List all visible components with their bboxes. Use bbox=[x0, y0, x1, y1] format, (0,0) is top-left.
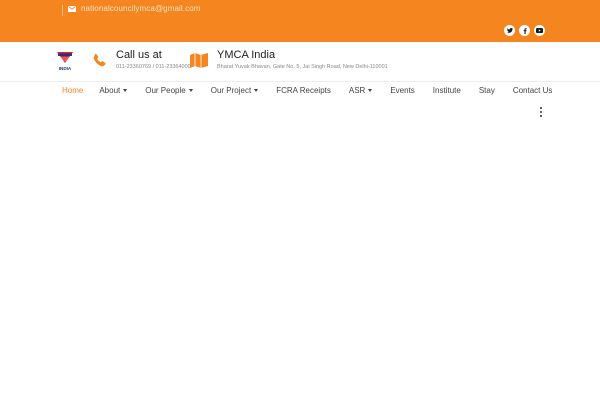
address-text: Bharat Yuvak Bhavan, Gate No. 5, Jai Sin… bbox=[217, 64, 388, 70]
nav-item-label: Institute bbox=[432, 86, 461, 95]
top-bar: nationalcouncilymca@gmail.com bbox=[0, 0, 600, 42]
nav-item-label: FCRA Receipts bbox=[276, 86, 331, 95]
nav-item-about[interactable]: About bbox=[99, 86, 128, 95]
nav-menu: Home About Our People Our Project FCRA Recei… bbox=[62, 86, 570, 95]
call-us-label: Call us at bbox=[116, 49, 162, 61]
email-link[interactable]: nationalcouncilymca@gmail.com bbox=[68, 4, 201, 13]
nav-item-label: Home bbox=[62, 86, 84, 95]
nav-item-label: Our People bbox=[145, 86, 186, 95]
header-info: INDIA Call us at 011-23360769 / 011-2336… bbox=[0, 42, 600, 82]
phone-icon bbox=[93, 53, 106, 67]
map-icon bbox=[190, 53, 208, 68]
top-bar-divider bbox=[62, 5, 63, 16]
nav-item-our-people[interactable]: Our People bbox=[145, 86, 193, 95]
nav-item-fcra-receipts[interactable]: FCRA Receipts bbox=[276, 86, 331, 95]
twitter-icon[interactable] bbox=[504, 25, 515, 36]
youtube-icon[interactable] bbox=[534, 25, 545, 36]
nav-item-label: Stay bbox=[478, 86, 495, 95]
nav-item-label: About bbox=[99, 86, 121, 95]
chevron-down-icon bbox=[188, 89, 193, 92]
nav-item-label: Our Project bbox=[210, 86, 252, 95]
facebook-icon[interactable] bbox=[519, 25, 530, 36]
chevron-down-icon bbox=[368, 89, 373, 92]
organization-name: YMCA India bbox=[217, 49, 276, 61]
social-links bbox=[504, 25, 545, 36]
main-nav: Home About Our People Our Project FCRA Recei… bbox=[0, 82, 600, 100]
nav-item-stay[interactable]: Stay bbox=[479, 86, 495, 95]
email-text: nationalcouncilymca@gmail.com bbox=[81, 4, 201, 13]
logo-text: INDIA bbox=[59, 66, 72, 71]
nav-item-label: Events bbox=[390, 86, 415, 95]
ymca-logo[interactable]: INDIA bbox=[55, 50, 75, 74]
nav-item-contact-us[interactable]: Contact Us bbox=[513, 86, 553, 95]
envelope-icon bbox=[68, 5, 76, 12]
phone-numbers[interactable]: 011-23360769 / 011-23364000 bbox=[116, 64, 191, 70]
nav-item-label: Contact Us bbox=[512, 86, 553, 95]
chevron-down-icon bbox=[123, 89, 128, 92]
nav-item-home[interactable]: Home bbox=[62, 86, 83, 95]
nav-item-asr[interactable]: ASR bbox=[348, 86, 373, 95]
nav-item-label: ASR bbox=[348, 86, 366, 95]
nav-item-our-project[interactable]: Our Project bbox=[210, 86, 259, 95]
nav-item-institute[interactable]: Institute bbox=[433, 86, 461, 95]
nav-item-events[interactable]: Events bbox=[390, 86, 414, 95]
chevron-down-icon bbox=[254, 89, 259, 92]
more-options-icon[interactable] bbox=[539, 107, 543, 117]
